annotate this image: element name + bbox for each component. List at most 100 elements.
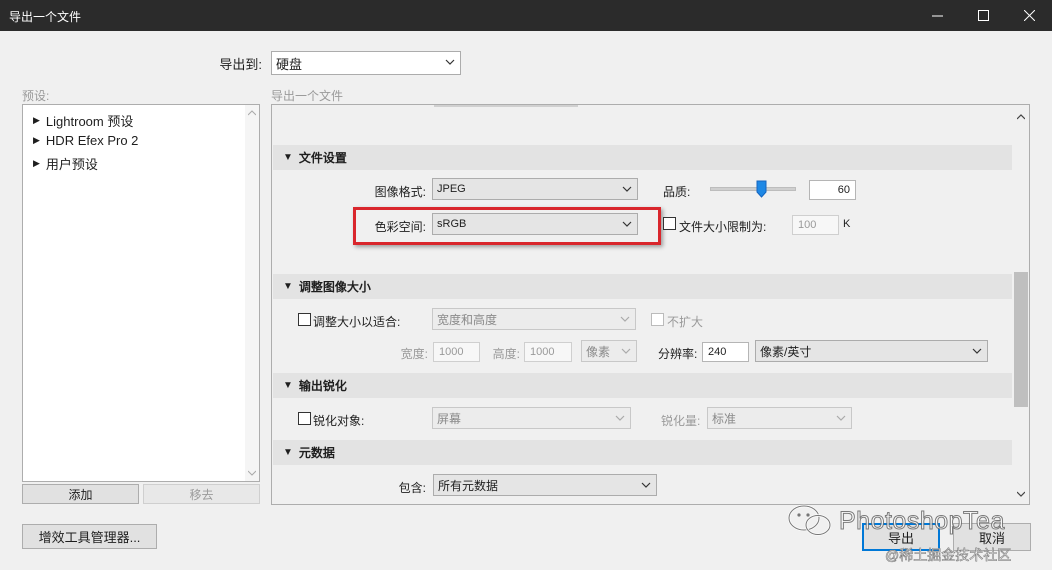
- image-format-value: JPEG: [437, 183, 466, 195]
- sharpen-amount-select[interactable]: 标准: [707, 407, 852, 429]
- resize-to-fit-label: 调整大小以适合:: [313, 315, 401, 329]
- scroll-up-icon: [1017, 114, 1025, 120]
- dont-enlarge-label: 不扩大: [667, 315, 704, 329]
- color-space-select[interactable]: sRGB: [432, 213, 638, 235]
- resolution-unit-select[interactable]: 像素/英寸: [755, 340, 988, 362]
- metadata-include-value: 所有元数据: [438, 478, 499, 493]
- resolution-input[interactable]: 240: [702, 342, 749, 362]
- export-to-select[interactable]: 硬盘: [271, 51, 461, 75]
- color-space-value: sRGB: [437, 218, 467, 230]
- height-input[interactable]: 1000: [524, 342, 572, 362]
- resize-to-fit-checkbox[interactable]: [298, 313, 311, 326]
- presets-label: 预设:: [22, 89, 50, 103]
- preset-item-hdr-efex[interactable]: ▶ HDR Efex Pro 2: [33, 133, 138, 148]
- file-size-limit-input[interactable]: 100: [792, 215, 839, 235]
- panel-heading: 导出一个文件: [271, 89, 344, 103]
- preset-item-label: HDR Efex Pro 2: [45, 133, 139, 148]
- divider: [434, 105, 578, 107]
- close-button[interactable]: [1006, 0, 1052, 31]
- watermark-brand: PhotoshopTea: [839, 506, 1005, 535]
- sharpen-for-select[interactable]: 屏幕: [432, 407, 631, 429]
- file-size-limit-checkbox[interactable]: [663, 217, 676, 230]
- sharpen-for-label: 锐化对象:: [313, 414, 365, 428]
- metadata-include-label: 包含:: [398, 481, 426, 495]
- resize-header[interactable]: ▼ 调整图像大小: [273, 274, 1012, 299]
- maximize-icon: [977, 10, 989, 21]
- file-settings-header[interactable]: ▼ 文件设置: [273, 145, 1012, 170]
- chevron-down-icon: [641, 482, 651, 488]
- section-title: 元数据: [298, 446, 335, 460]
- chevron-down-icon: [972, 348, 982, 354]
- section-title: 调整图像大小: [298, 280, 371, 294]
- export-to-value: 硬盘: [276, 56, 303, 72]
- color-space-label: 色彩空间:: [374, 220, 426, 234]
- section-title: 输出锐化: [298, 379, 347, 393]
- file-size-unit: K: [843, 218, 851, 230]
- image-format-label: 图像格式:: [374, 185, 426, 199]
- export-to-label: 导出到:: [219, 57, 262, 72]
- title-bar: 导出一个文件: [0, 0, 1052, 31]
- preset-item-lightroom[interactable]: ▶ Lightroom 预设: [33, 111, 133, 130]
- width-input[interactable]: 1000: [433, 342, 480, 362]
- height-label: 高度:: [492, 347, 520, 361]
- add-preset-button[interactable]: 添加: [22, 484, 139, 504]
- chevron-down-icon: [621, 348, 631, 354]
- maximize-button[interactable]: [960, 0, 1006, 31]
- resolution-unit-value: 像素/英寸: [760, 344, 812, 359]
- expand-triangle-icon: ▶: [33, 135, 40, 145]
- minimize-icon: [931, 15, 943, 17]
- wechat-logo-icon: [787, 504, 832, 536]
- sharpen-for-value: 屏幕: [437, 411, 462, 426]
- quality-slider[interactable]: [710, 180, 796, 198]
- window-title: 导出一个文件: [9, 10, 82, 24]
- quality-input[interactable]: 60: [809, 180, 856, 200]
- sharpening-header[interactable]: ▼ 输出锐化: [273, 373, 1012, 398]
- chevron-down-icon: [620, 316, 630, 322]
- metadata-header[interactable]: ▼ 元数据: [273, 440, 1012, 465]
- collapse-triangle-icon: ▼: [283, 281, 293, 292]
- chevron-down-icon: [836, 415, 846, 421]
- presets-tree[interactable]: ▶ Lightroom 预设 ▶ HDR Efex Pro 2 ▶ 用户预设: [22, 104, 260, 482]
- file-size-limit-label: 文件大小限制为:: [679, 220, 767, 234]
- chevron-down-icon: [622, 221, 632, 227]
- chevron-down-icon: [622, 186, 632, 192]
- minimize-button[interactable]: [914, 0, 960, 31]
- sharpen-amount-value: 标准: [712, 411, 737, 426]
- collapse-triangle-icon: ▼: [283, 380, 293, 391]
- width-label: 宽度:: [400, 347, 428, 361]
- scroll-down-icon: [248, 470, 256, 476]
- remove-preset-button[interactable]: 移去: [143, 484, 260, 504]
- image-format-select[interactable]: JPEG: [432, 178, 638, 200]
- slider-thumb[interactable]: [756, 180, 767, 198]
- resize-fit-select[interactable]: 宽度和高度: [432, 308, 636, 330]
- preset-item-user[interactable]: ▶ 用户预设: [33, 154, 98, 173]
- expand-triangle-icon: ▶: [33, 115, 40, 125]
- scroll-down-icon: [1017, 491, 1025, 497]
- dont-enlarge-checkbox[interactable]: [651, 313, 664, 326]
- preset-item-label: Lightroom 预设: [45, 114, 134, 129]
- size-unit-value: 像素: [586, 344, 611, 359]
- quality-label: 品质:: [663, 185, 691, 199]
- presets-scrollbar[interactable]: [245, 105, 259, 481]
- resize-fit-value: 宽度和高度: [437, 312, 498, 327]
- chevron-down-icon: [615, 415, 625, 421]
- settings-scrollbar[interactable]: [1013, 105, 1029, 504]
- sharpen-amount-label: 锐化量:: [661, 414, 701, 428]
- preset-item-label: 用户预设: [45, 157, 98, 172]
- close-icon: [1023, 10, 1035, 21]
- size-unit-select[interactable]: 像素: [581, 340, 637, 362]
- chevron-down-icon: [445, 59, 455, 65]
- collapse-triangle-icon: ▼: [283, 447, 293, 458]
- watermark: PhotoshopTea: [787, 503, 1005, 539]
- metadata-include-select[interactable]: 所有元数据: [433, 474, 657, 496]
- sharpen-for-checkbox[interactable]: [298, 412, 311, 425]
- slider-track: [710, 187, 796, 191]
- scroll-up-icon: [248, 110, 256, 116]
- watermark-credit: @稀土掘金技术社区: [885, 547, 1012, 564]
- resolution-label: 分辨率:: [658, 347, 698, 361]
- collapse-triangle-icon: ▼: [283, 152, 293, 163]
- plugin-manager-button[interactable]: 增效工具管理器...: [22, 524, 157, 549]
- section-title: 文件设置: [298, 151, 347, 165]
- expand-triangle-icon: ▶: [33, 158, 40, 168]
- scrollbar-thumb[interactable]: [1014, 272, 1028, 407]
